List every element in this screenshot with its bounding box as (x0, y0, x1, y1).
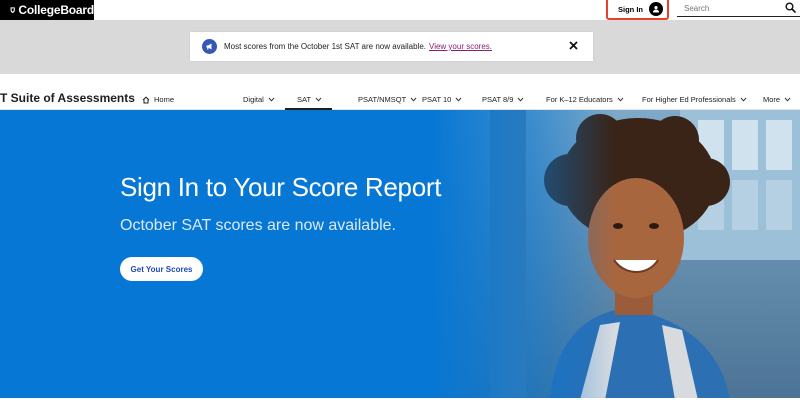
hero-title: Sign In to Your Score Report (120, 172, 442, 202)
sign-in-label: Sign In (618, 4, 643, 14)
nav-item-label: Digital (243, 95, 264, 104)
nav-item-label: More (763, 95, 781, 104)
nav-item-more[interactable]: More (763, 95, 791, 104)
nav-item-sat[interactable]: SAT (284, 95, 333, 110)
chevron-down-icon (268, 97, 275, 102)
nav-item-label: PSAT 10 (422, 95, 452, 104)
chevron-down-icon (784, 97, 791, 102)
nav-home[interactable]: Home (142, 95, 174, 104)
nav-item-label: PSAT/NMSQT (358, 95, 407, 104)
close-icon[interactable] (568, 40, 579, 51)
nav-home-label: Home (154, 95, 175, 104)
chevron-down-icon (518, 97, 524, 102)
search-input[interactable] (684, 3, 784, 13)
chevron-down-icon (617, 97, 624, 102)
student-photo (430, 110, 800, 400)
chevron-down-icon (455, 97, 462, 102)
nav-item-k12-educators[interactable]: For K–12 Educators (546, 95, 624, 104)
megaphone-icon (202, 39, 217, 54)
user-icon (649, 2, 663, 16)
search-box (677, 0, 800, 17)
acorn-icon (10, 7, 15, 13)
nav-item-label: For Higher Ed Professionals (642, 95, 736, 104)
collegeboard-logo[interactable]: CollegeBoard (0, 0, 94, 20)
sign-in-button[interactable]: Sign In (606, 0, 669, 20)
top-bar: CollegeBoard Sign In (0, 0, 800, 20)
get-your-scores-button[interactable]: Get Your Scores (120, 257, 203, 281)
chevron-down-icon (740, 97, 747, 102)
nav-item-psat-10[interactable]: PSAT 10 (422, 95, 462, 104)
nav-item-digital[interactable]: Digital (243, 95, 275, 104)
nav-item-psat-8-9[interactable]: PSAT 8/9 (482, 95, 524, 104)
nav-item-label: For K–12 Educators (546, 95, 613, 104)
nav-item-label: PSAT 8/9 (482, 95, 514, 104)
chevron-down-icon (315, 97, 322, 102)
suite-title[interactable]: T Suite of Assessments (0, 91, 135, 105)
search-icon[interactable] (785, 2, 796, 13)
nav-item-psat-nmsqt[interactable]: PSAT/NMSQT (358, 95, 417, 104)
logo-text: CollegeBoard (18, 3, 94, 17)
nav-item-label: SAT (297, 95, 312, 104)
hero-banner: Sign In to Your Score Report October SAT… (0, 110, 800, 400)
main-navbar: T Suite of Assessments Home Digital SAT … (0, 74, 800, 110)
home-icon (142, 96, 150, 103)
chevron-down-icon (410, 97, 417, 102)
alert-message: Most scores from the October 1st SAT are… (224, 42, 427, 51)
hero-subtitle: October SAT scores are now available. (120, 217, 396, 234)
score-alert: Most scores from the October 1st SAT are… (190, 32, 593, 61)
nav-item-higher-ed[interactable]: For Higher Ed Professionals (642, 95, 747, 104)
view-scores-link[interactable]: View your scores. (429, 42, 492, 51)
